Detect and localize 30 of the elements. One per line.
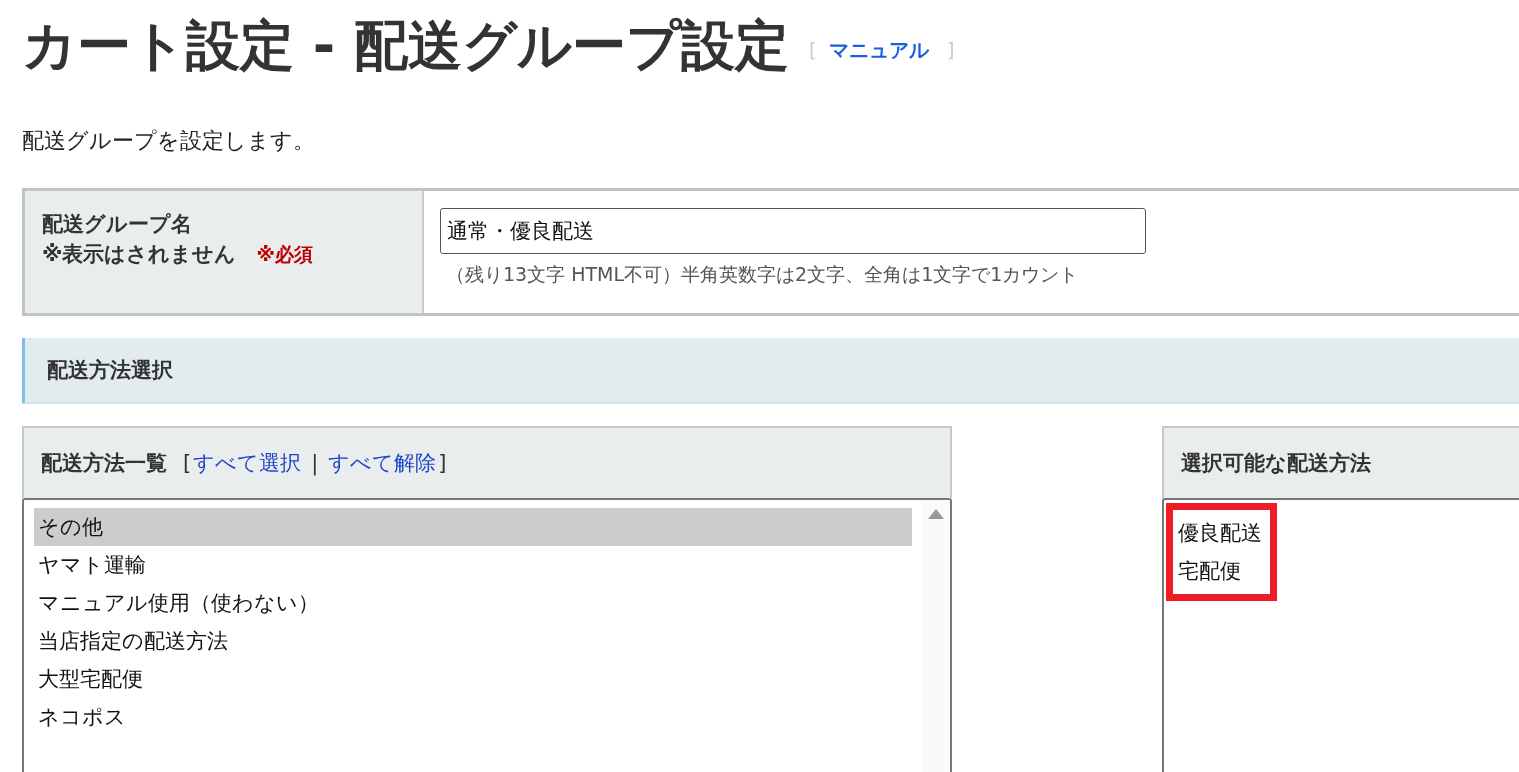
field-label: 配送グループ名 [42,211,193,238]
list-option[interactable]: 宅配便 [1178,552,1262,590]
required-mark: ※必須 [256,242,313,267]
page-description: 配送グループを設定します。 [22,127,316,155]
scroll-up-icon[interactable] [927,508,945,520]
bracket-left: [ [809,38,817,62]
bracket-right: ] [438,451,447,475]
deselect-all-link[interactable]: すべて解除 [328,449,437,477]
panel-title: 選択可能な配送方法 [1181,450,1371,477]
list-option[interactable]: ネコポス [34,698,912,736]
link-separator: | [311,451,319,475]
list-option[interactable]: 当店指定の配送方法 [34,622,912,660]
list-option[interactable]: マニュアル使用（使わない） [34,584,912,622]
bracket-left: [ [183,451,192,475]
section-title: 配送方法選択 [47,357,173,384]
list-option[interactable]: 大型宅配便 [34,660,912,698]
list-option[interactable]: その他 [34,508,912,546]
manual-link[interactable]: マニュアル [828,36,929,64]
list-option[interactable]: ヤマト運輸 [34,546,912,584]
available-listbox[interactable]: 優良配送 宅配便 [1162,498,1519,772]
panel-title: 配送方法一覧 [41,450,167,477]
field-note: ※表示はされません [42,241,237,268]
page-title: カート設定 - 配送グループ設定 [22,12,789,79]
field-hint: （残り13文字 HTML不可）半角英数字は2文字、全角は1文字で1カウント [445,262,1080,287]
bracket-right: ] [946,38,955,62]
group-name-field[interactable]: 通常・優良配送 [440,208,1146,254]
scrollbar[interactable] [922,500,950,772]
select-all-link[interactable]: すべて選択 [193,449,302,477]
method-listbox[interactable]: その他 ヤマト運輸 マニュアル使用（使わない） 当店指定の配送方法 大型宅配便 ネコポス [22,498,952,772]
list-option[interactable]: 優良配送 [1178,514,1262,552]
